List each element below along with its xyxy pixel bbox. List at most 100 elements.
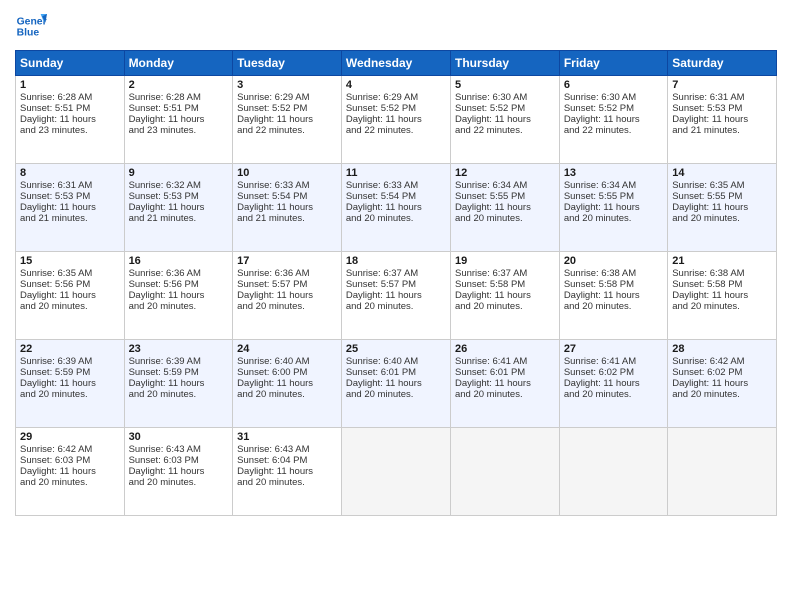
sunrise-info: Sunrise: 6:40 AM	[237, 356, 337, 367]
sunrise-info: Sunrise: 6:32 AM	[129, 180, 229, 191]
sunrise-info: Sunrise: 6:39 AM	[20, 356, 120, 367]
day-number: 21	[672, 255, 772, 267]
calendar-cell: 29Sunrise: 6:42 AMSunset: 6:03 PMDayligh…	[16, 428, 125, 516]
daylight-hours: Daylight: 11 hours	[455, 378, 555, 389]
daylight-hours: Daylight: 11 hours	[237, 114, 337, 125]
day-number: 3	[237, 79, 337, 91]
daylight-minutes: and 20 minutes.	[346, 301, 446, 312]
daylight-hours: Daylight: 11 hours	[346, 114, 446, 125]
daylight-hours: Daylight: 11 hours	[672, 114, 772, 125]
calendar-cell: 17Sunrise: 6:36 AMSunset: 5:57 PMDayligh…	[233, 252, 342, 340]
calendar-cell: 19Sunrise: 6:37 AMSunset: 5:58 PMDayligh…	[450, 252, 559, 340]
sunset-info: Sunset: 6:02 PM	[672, 367, 772, 378]
sunrise-info: Sunrise: 6:35 AM	[20, 268, 120, 279]
weekday-header-row: SundayMondayTuesdayWednesdayThursdayFrid…	[16, 51, 777, 76]
calendar-week-5: 29Sunrise: 6:42 AMSunset: 6:03 PMDayligh…	[16, 428, 777, 516]
daylight-minutes: and 22 minutes.	[455, 125, 555, 136]
sunrise-info: Sunrise: 6:38 AM	[564, 268, 663, 279]
day-number: 27	[564, 343, 663, 355]
calendar-cell: 13Sunrise: 6:34 AMSunset: 5:55 PMDayligh…	[559, 164, 667, 252]
sunset-info: Sunset: 5:58 PM	[564, 279, 663, 290]
daylight-minutes: and 20 minutes.	[346, 213, 446, 224]
daylight-hours: Daylight: 11 hours	[455, 202, 555, 213]
day-number: 9	[129, 167, 229, 179]
daylight-minutes: and 23 minutes.	[20, 125, 120, 136]
day-number: 18	[346, 255, 446, 267]
daylight-minutes: and 20 minutes.	[672, 301, 772, 312]
calendar-cell	[341, 428, 450, 516]
sunrise-info: Sunrise: 6:30 AM	[564, 92, 663, 103]
day-number: 12	[455, 167, 555, 179]
sunset-info: Sunset: 5:56 PM	[20, 279, 120, 290]
weekday-header-saturday: Saturday	[668, 51, 777, 76]
daylight-hours: Daylight: 11 hours	[564, 202, 663, 213]
daylight-hours: Daylight: 11 hours	[346, 378, 446, 389]
daylight-hours: Daylight: 11 hours	[672, 290, 772, 301]
sunrise-info: Sunrise: 6:33 AM	[346, 180, 446, 191]
daylight-minutes: and 22 minutes.	[237, 125, 337, 136]
sunset-info: Sunset: 5:53 PM	[20, 191, 120, 202]
sunrise-info: Sunrise: 6:35 AM	[672, 180, 772, 191]
daylight-minutes: and 22 minutes.	[346, 125, 446, 136]
daylight-minutes: and 20 minutes.	[20, 477, 120, 488]
daylight-minutes: and 20 minutes.	[455, 213, 555, 224]
day-number: 22	[20, 343, 120, 355]
daylight-hours: Daylight: 11 hours	[237, 378, 337, 389]
calendar-cell: 26Sunrise: 6:41 AMSunset: 6:01 PMDayligh…	[450, 340, 559, 428]
daylight-minutes: and 20 minutes.	[564, 213, 663, 224]
day-number: 11	[346, 167, 446, 179]
calendar-week-2: 8Sunrise: 6:31 AMSunset: 5:53 PMDaylight…	[16, 164, 777, 252]
daylight-hours: Daylight: 11 hours	[129, 202, 229, 213]
sunrise-info: Sunrise: 6:28 AM	[20, 92, 120, 103]
daylight-minutes: and 20 minutes.	[20, 389, 120, 400]
weekday-header-wednesday: Wednesday	[341, 51, 450, 76]
calendar-cell: 9Sunrise: 6:32 AMSunset: 5:53 PMDaylight…	[124, 164, 233, 252]
daylight-minutes: and 20 minutes.	[346, 389, 446, 400]
daylight-minutes: and 21 minutes.	[237, 213, 337, 224]
calendar-cell: 5Sunrise: 6:30 AMSunset: 5:52 PMDaylight…	[450, 76, 559, 164]
day-number: 19	[455, 255, 555, 267]
sunset-info: Sunset: 6:01 PM	[455, 367, 555, 378]
calendar-cell: 21Sunrise: 6:38 AMSunset: 5:58 PMDayligh…	[668, 252, 777, 340]
calendar-cell: 1Sunrise: 6:28 AMSunset: 5:51 PMDaylight…	[16, 76, 125, 164]
sunrise-info: Sunrise: 6:36 AM	[129, 268, 229, 279]
sunset-info: Sunset: 5:55 PM	[455, 191, 555, 202]
calendar-cell: 15Sunrise: 6:35 AMSunset: 5:56 PMDayligh…	[16, 252, 125, 340]
daylight-minutes: and 20 minutes.	[672, 389, 772, 400]
calendar-cell: 14Sunrise: 6:35 AMSunset: 5:55 PMDayligh…	[668, 164, 777, 252]
daylight-minutes: and 20 minutes.	[237, 477, 337, 488]
weekday-header-sunday: Sunday	[16, 51, 125, 76]
daylight-minutes: and 20 minutes.	[20, 301, 120, 312]
daylight-minutes: and 23 minutes.	[129, 125, 229, 136]
daylight-hours: Daylight: 11 hours	[20, 202, 120, 213]
daylight-hours: Daylight: 11 hours	[20, 466, 120, 477]
daylight-hours: Daylight: 11 hours	[455, 290, 555, 301]
calendar-cell: 8Sunrise: 6:31 AMSunset: 5:53 PMDaylight…	[16, 164, 125, 252]
sunset-info: Sunset: 6:04 PM	[237, 455, 337, 466]
sunrise-info: Sunrise: 6:42 AM	[672, 356, 772, 367]
sunset-info: Sunset: 5:59 PM	[20, 367, 120, 378]
daylight-minutes: and 20 minutes.	[455, 389, 555, 400]
svg-text:Blue: Blue	[17, 28, 40, 39]
calendar-cell	[559, 428, 667, 516]
daylight-hours: Daylight: 11 hours	[346, 290, 446, 301]
sunset-info: Sunset: 5:58 PM	[455, 279, 555, 290]
sunrise-info: Sunrise: 6:41 AM	[455, 356, 555, 367]
sunset-info: Sunset: 5:55 PM	[564, 191, 663, 202]
day-number: 2	[129, 79, 229, 91]
day-number: 8	[20, 167, 120, 179]
daylight-minutes: and 20 minutes.	[564, 301, 663, 312]
sunrise-info: Sunrise: 6:43 AM	[129, 444, 229, 455]
calendar-cell: 10Sunrise: 6:33 AMSunset: 5:54 PMDayligh…	[233, 164, 342, 252]
calendar-cell: 30Sunrise: 6:43 AMSunset: 6:03 PMDayligh…	[124, 428, 233, 516]
daylight-hours: Daylight: 11 hours	[672, 378, 772, 389]
sunset-info: Sunset: 5:54 PM	[346, 191, 446, 202]
calendar-cell	[450, 428, 559, 516]
daylight-minutes: and 20 minutes.	[237, 389, 337, 400]
daylight-hours: Daylight: 11 hours	[564, 378, 663, 389]
day-number: 13	[564, 167, 663, 179]
daylight-hours: Daylight: 11 hours	[237, 466, 337, 477]
daylight-hours: Daylight: 11 hours	[455, 114, 555, 125]
weekday-header-friday: Friday	[559, 51, 667, 76]
sunset-info: Sunset: 5:55 PM	[672, 191, 772, 202]
